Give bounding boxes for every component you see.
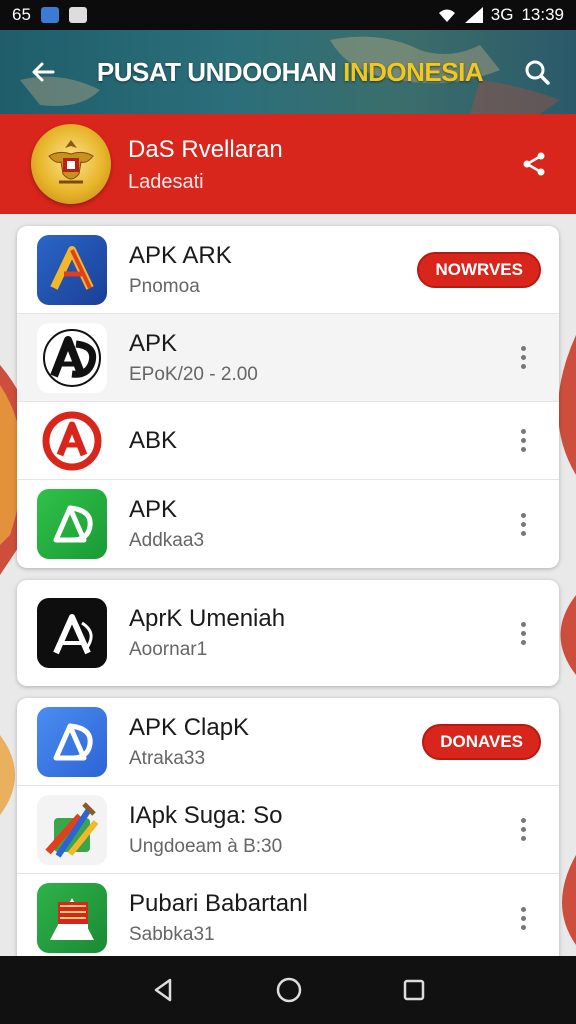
profile-header: DaS Rvellaran Ladesati [0, 114, 576, 214]
paint-tools-icon [37, 794, 107, 865]
app-title: ABK [129, 426, 178, 454]
back-arrow-icon [32, 62, 55, 82]
nav-recents-icon[interactable] [402, 978, 426, 1002]
list-item[interactable]: IApk Suga: So Ungdoeam à B:30 [17, 786, 559, 874]
app-subtitle: Atraka33 [129, 747, 206, 769]
search-icon [525, 60, 550, 85]
status-bar: 65 3G 13:39 [0, 0, 576, 30]
emblem-icon [31, 124, 111, 204]
page-title: PUSAT UNDOOHAN INDONESIA [68, 57, 512, 88]
more-options-button[interactable] [503, 421, 543, 461]
list-item[interactable]: Pubari Babartanl Sabbka31 [17, 874, 559, 956]
title-main: PUSAT UNDOOHAN [96, 56, 337, 87]
apk-a-red-icon [37, 405, 107, 476]
profile-subtitle: Ladesati [128, 170, 204, 193]
app-title: APK ClapK [129, 713, 250, 741]
app-subtitle: Aoornar1 [129, 639, 208, 660]
signal-icon [464, 7, 483, 23]
profile-name: DaS Rvellaran [128, 135, 283, 163]
flag-book-icon [37, 883, 107, 953]
app-title: AprK Umeniah [129, 605, 286, 632]
app-title: APK ARK [129, 241, 232, 269]
network-type: 3G [490, 5, 514, 24]
app-subtitle: Pnomoa [129, 275, 200, 297]
list-item[interactable]: APK Addkaa3 [17, 480, 559, 568]
list-item[interactable]: AprK Umeniah Aoornar1 [17, 580, 559, 686]
navigation-bar [0, 956, 576, 1024]
nav-home-icon[interactable] [275, 976, 303, 1004]
more-options-button[interactable] [503, 504, 543, 544]
wifi-icon [438, 9, 455, 22]
app-subtitle: Ungdoeam à B:30 [129, 835, 283, 857]
app-list-card: APK ARK Pnomoa NOWRVES APK EPoK/20 - 2.0… [17, 226, 559, 568]
app-subtitle: Sabbka31 [129, 924, 215, 945]
more-options-button[interactable] [503, 338, 543, 378]
apk-a-lightblue-icon [37, 706, 107, 777]
notification-icon [40, 7, 59, 23]
list-item[interactable]: APK ARK Pnomoa NOWRVES [17, 226, 559, 314]
app-title: APK [129, 329, 178, 357]
list-item[interactable]: APK ClapK Atraka33 DONAVES [17, 698, 559, 786]
action-button[interactable]: NOWRVES [417, 251, 541, 288]
nav-back-icon[interactable] [150, 977, 176, 1003]
title-accent: INDONESIA [343, 56, 484, 87]
apk-a-green-icon [37, 489, 107, 559]
status-left-text: 65 [12, 5, 31, 24]
app-title: APK [129, 496, 178, 523]
search-button[interactable] [512, 47, 562, 97]
list-item[interactable]: ABK [17, 402, 559, 480]
more-options-button[interactable] [503, 810, 543, 850]
app-list-card: AprK Umeniah Aoornar1 [17, 580, 559, 686]
app-title: Pubari Babartanl [129, 890, 308, 917]
share-button[interactable] [512, 142, 556, 186]
action-button[interactable]: DONAVES [422, 723, 541, 760]
gallery-icon [68, 7, 87, 23]
more-options-button[interactable] [503, 898, 543, 938]
status-time: 13:39 [521, 5, 564, 24]
more-options-button[interactable] [503, 613, 543, 653]
apk-a-blue-icon [37, 234, 107, 305]
apk-a-black-icon [37, 322, 107, 393]
apk-a-dark-icon [37, 598, 107, 668]
share-icon [523, 152, 545, 176]
list-item[interactable]: APK EPoK/20 - 2.00 [17, 314, 559, 402]
app-bar: PUSAT UNDOOHAN INDONESIA [0, 30, 576, 114]
app-subtitle: Addkaa3 [129, 530, 205, 551]
back-button[interactable] [18, 47, 68, 97]
app-subtitle: EPoK/20 - 2.00 [129, 363, 258, 385]
app-title: IApk Suga: So [129, 801, 283, 829]
app-list-card: APK ClapK Atraka33 DONAVES IApk Suga: So… [17, 698, 559, 956]
